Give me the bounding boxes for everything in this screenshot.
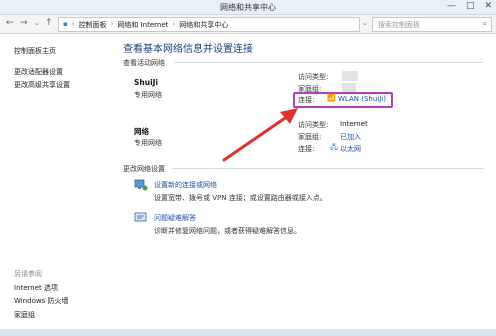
change-settings-heading: 更改网络设置 bbox=[123, 165, 165, 173]
network-type-network: 专用网络 bbox=[134, 139, 162, 147]
blurred-access-value bbox=[342, 71, 358, 81]
address-dropdown-icon[interactable]: ⌄ bbox=[362, 19, 368, 27]
troubleshoot-desc: 诊断并修复网络问题，或者获得疑难解答信息。 bbox=[154, 227, 301, 235]
crumb-network-sharing-center[interactable]: 网络和共享中心 bbox=[179, 20, 228, 30]
close-button[interactable]: ✕ bbox=[484, 1, 492, 11]
network-type-shuiji: 专用网络 bbox=[134, 91, 162, 99]
sidebar-item-internet-options[interactable]: Internet 选项 bbox=[14, 283, 58, 293]
sidebar-item-change-adapter-settings[interactable]: 更改适配器设置 bbox=[14, 67, 63, 77]
network-name-network: 网络 bbox=[134, 127, 149, 136]
wlan-connection-link[interactable]: WLAN (ShuiJi) bbox=[338, 95, 386, 103]
ethernet-connection-link[interactable]: 以太网 bbox=[340, 144, 361, 154]
window-title: 网络和共享中心 bbox=[220, 3, 276, 12]
homegroup-label-2: 家庭组: bbox=[298, 133, 322, 141]
breadcrumb[interactable]: ▪ › 控制面板 › 网络和 Internet › 网络和共享中心 bbox=[58, 17, 360, 32]
sidebar: 控制面板主页 更改适配器设置 更改高级共享设置 另请参阅 Internet 选项… bbox=[0, 34, 112, 336]
search-icon[interactable]: ⌕ bbox=[483, 19, 487, 29]
crumb-network-internet[interactable]: 网络和 Internet bbox=[117, 20, 168, 30]
ethernet-icon: 🖧 bbox=[330, 143, 338, 151]
connection-label-2: 连接: bbox=[298, 145, 315, 153]
section-divider-2 bbox=[172, 168, 484, 169]
crumb-root-icon: ▪ bbox=[63, 20, 68, 28]
forward-icon[interactable]: → bbox=[20, 18, 28, 28]
search-placeholder: 搜索控制面板 bbox=[378, 21, 420, 29]
main-content: 查看基本网络信息并设置连接 查看活动网络 ShuiJi 专用网络 访问类型: 家… bbox=[112, 34, 496, 336]
red-arrow-annotation bbox=[222, 108, 298, 162]
section-divider bbox=[174, 62, 484, 63]
crumb-control-panel[interactable]: 控制面板 bbox=[79, 20, 107, 30]
new-connection-icon bbox=[134, 179, 148, 191]
address-bar: ← → ⌄ ↑ ▪ › 控制面板 › 网络和 Internet › 网络和共享中… bbox=[0, 15, 496, 34]
troubleshoot-icon bbox=[134, 212, 147, 222]
homegroup-joined-link[interactable]: 已加入 bbox=[340, 132, 361, 142]
troubleshoot-link[interactable]: 问题疑难解答 bbox=[154, 213, 196, 223]
see-also-heading: 另请参阅 bbox=[14, 270, 42, 278]
minimize-button[interactable]: — bbox=[447, 1, 456, 11]
taskbar bbox=[0, 329, 496, 336]
access-type-label-2: 访问类型: bbox=[298, 121, 329, 129]
access-type-label: 访问类型: bbox=[298, 73, 329, 81]
page-title: 查看基本网络信息并设置连接 bbox=[123, 44, 253, 55]
sidebar-item-advanced-sharing-settings[interactable]: 更改高级共享设置 bbox=[14, 80, 70, 90]
active-networks-heading: 查看活动网络 bbox=[123, 59, 165, 67]
up-icon[interactable]: ↑ bbox=[45, 18, 53, 28]
wifi-signal-icon: 📶 bbox=[327, 94, 336, 102]
setup-connection-desc: 设置宽带、拨号或 VPN 连接；或设置路由器或接入点。 bbox=[154, 194, 327, 202]
back-icon[interactable]: ← bbox=[6, 18, 14, 28]
sidebar-item-windows-firewall[interactable]: Windows 防火墙 bbox=[14, 296, 68, 306]
window-controls: — □ ✕ bbox=[447, 1, 492, 11]
access-type-value-2: Internet bbox=[340, 120, 368, 128]
maximize-button[interactable]: □ bbox=[466, 1, 475, 11]
network-name-shuiji: ShuiJi bbox=[134, 78, 159, 87]
title-bar: 网络和共享中心 — □ ✕ bbox=[0, 0, 496, 15]
setup-connection-link[interactable]: 设置新的连接或网络 bbox=[154, 180, 217, 190]
sidebar-item-homegroup[interactable]: 家庭组 bbox=[14, 310, 35, 320]
search-box[interactable]: 搜索控制面板 ⌕ bbox=[372, 17, 492, 32]
recent-dropdown-icon[interactable]: ⌄ bbox=[34, 19, 40, 27]
sidebar-item-control-panel-home[interactable]: 控制面板主页 bbox=[14, 46, 56, 56]
blurred-homegroup-value bbox=[342, 83, 356, 92]
